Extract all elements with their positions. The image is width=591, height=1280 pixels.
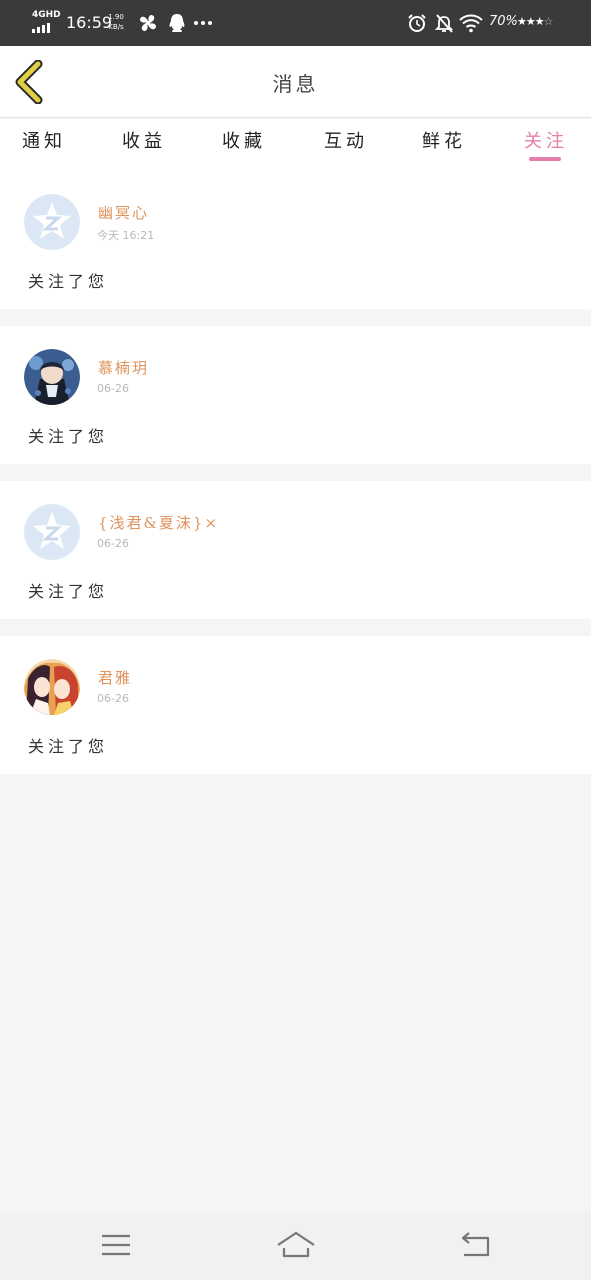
timestamp: 06-26 — [97, 692, 129, 705]
timestamp: 06-26 — [97, 382, 129, 395]
list-item[interactable]: 慕楠玥 06-26 关注了您 — [0, 326, 591, 464]
avatar[interactable] — [24, 194, 80, 250]
tab-bar: 通知 收益 收藏 互动 鲜花 关注 — [0, 119, 591, 171]
fan-icon — [140, 15, 156, 31]
tab-favorites[interactable]: 收藏 — [222, 127, 266, 167]
network-speed: 1.90 KB/s — [107, 12, 125, 32]
clock: 16:59 — [66, 13, 113, 32]
menu-icon[interactable] — [98, 1228, 134, 1262]
message-text: 关注了您 — [28, 582, 109, 601]
message-text: 关注了您 — [28, 272, 109, 291]
username[interactable]: 君雅 — [98, 667, 132, 688]
speed-unit: KB/s — [108, 23, 124, 31]
status-bar: 4GHD 16:59 1.90 KB/s 70% ★★★☆ — [0, 0, 591, 46]
list-item[interactable]: 君雅 06-26 关注了您 — [0, 636, 591, 774]
back-icon[interactable] — [458, 1228, 494, 1262]
network-type: 4GHD — [32, 10, 61, 20]
home-icon[interactable] — [276, 1228, 316, 1262]
more-dots-icon — [194, 21, 212, 25]
list-item[interactable]: 幽冥心 今天 16:21 关注了您 — [0, 171, 591, 309]
mute-bell-icon — [434, 14, 454, 33]
timestamp: 06-26 — [97, 537, 129, 550]
wifi-icon — [459, 14, 483, 33]
avatar[interactable] — [24, 349, 80, 405]
tab-flowers[interactable]: 鲜花 — [422, 127, 466, 167]
alarm-icon — [408, 14, 426, 32]
signal-icon: 4GHD — [32, 10, 61, 34]
tab-interactions[interactable]: 互动 — [324, 127, 368, 167]
speed-value: 1.90 — [108, 13, 124, 21]
message-text: 关注了您 — [28, 427, 109, 446]
header: 消息 — [0, 46, 591, 118]
message-text: 关注了您 — [28, 737, 109, 756]
page-title: 消息 — [272, 72, 319, 96]
star-rating-icon: ★★★☆ — [517, 15, 553, 28]
username[interactable]: 幽冥心 — [98, 202, 149, 223]
tab-notifications[interactable]: 通知 — [22, 127, 66, 167]
timestamp: 今天 16:21 — [97, 229, 155, 242]
qq-icon — [169, 14, 185, 32]
active-tab-indicator — [529, 157, 561, 161]
avatar[interactable] — [24, 504, 80, 560]
battery-level: 70% — [489, 14, 518, 29]
username[interactable]: 慕楠玥 — [98, 357, 149, 378]
username[interactable]: {浅君&夏沫}× — [98, 512, 219, 533]
avatar[interactable] — [24, 659, 80, 715]
navigation-bar — [0, 1212, 591, 1280]
tab-earnings[interactable]: 收益 — [122, 127, 166, 167]
tab-follows[interactable]: 关注 — [524, 127, 568, 167]
list-item[interactable]: {浅君&夏沫}× 06-26 关注了您 — [0, 481, 591, 619]
